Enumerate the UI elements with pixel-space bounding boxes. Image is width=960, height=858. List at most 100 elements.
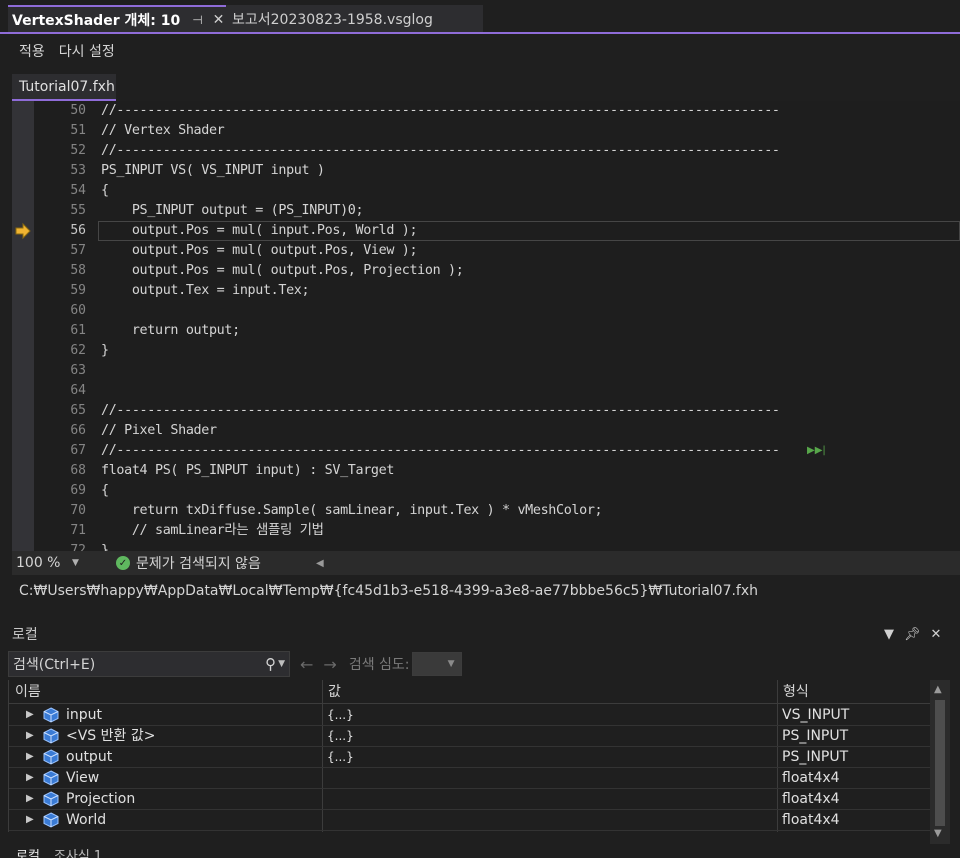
line-number: 55: [70, 203, 86, 218]
column-name[interactable]: 이름: [9, 680, 41, 704]
expand-icon[interactable]: ▶: [26, 751, 34, 762]
row-value[interactable]: {...}: [327, 726, 354, 747]
code-text[interactable]: output.Pos = mul( output.Pos, View );: [101, 241, 418, 261]
row-type: PS_INPUT: [782, 749, 849, 765]
code-line[interactable]: 54 {: [12, 181, 960, 201]
row-name: View: [66, 770, 100, 786]
code-line[interactable]: 53 PS_INPUT VS( VS_INPUT input ): [12, 161, 960, 181]
table-row[interactable]: ▶ output {...} PS_INPUT: [9, 747, 931, 768]
panel-header-icons: ▼ 📌︎ ✕: [884, 621, 954, 647]
back-arrow-icon[interactable]: ←: [300, 655, 313, 674]
apply-button[interactable]: 적용: [19, 41, 45, 61]
code-text[interactable]: float4 PS( PS_INPUT input) : SV_Target: [101, 461, 394, 481]
code-line[interactable]: 63: [12, 361, 960, 381]
file-tab[interactable]: Tutorial07.fxh: [12, 74, 116, 101]
code-text[interactable]: // samLinear라는 샘플링 기법: [101, 521, 324, 541]
code-line[interactable]: 52 //------------------------------------…: [12, 141, 960, 161]
code-line[interactable]: 65 //------------------------------------…: [12, 401, 960, 421]
code-text[interactable]: return output;: [101, 321, 240, 341]
code-line[interactable]: 56 output.Pos = mul( input.Pos, World );: [12, 221, 960, 241]
row-name: output: [66, 749, 113, 765]
code-line[interactable]: 58 output.Pos = mul( output.Pos, Project…: [12, 261, 960, 281]
code-text[interactable]: {: [101, 181, 109, 201]
code-text[interactable]: PS_INPUT VS( VS_INPUT input ): [101, 161, 325, 181]
expand-icon[interactable]: ▶: [26, 709, 34, 720]
tab-locals[interactable]: 로컬: [16, 846, 40, 858]
expand-icon[interactable]: ▶: [26, 814, 34, 825]
table-row[interactable]: ▶ input {...} VS_INPUT: [9, 705, 931, 726]
forward-arrow-icon[interactable]: →: [323, 655, 336, 674]
row-value[interactable]: {...}: [327, 705, 354, 726]
row-value[interactable]: {...}: [327, 747, 354, 768]
dropdown-icon[interactable]: ▼: [884, 627, 894, 642]
chevron-down-icon[interactable]: ▼: [278, 659, 285, 669]
scroll-up-icon[interactable]: ▲: [934, 684, 942, 695]
code-text[interactable]: }: [101, 341, 109, 361]
code-line[interactable]: 61 return output;: [12, 321, 960, 341]
pin-icon[interactable]: ⊣: [192, 13, 202, 27]
code-text[interactable]: output.Pos = mul( input.Pos, World );: [101, 221, 418, 241]
code-text[interactable]: //--------------------------------------…: [101, 401, 780, 421]
scroll-down-icon[interactable]: ▼: [934, 828, 942, 839]
scroll-thumb[interactable]: [935, 700, 945, 826]
issues-status[interactable]: 문제가 검색되지 않음: [136, 553, 316, 573]
code-text[interactable]: {: [101, 481, 109, 501]
code-text[interactable]: return txDiffuse.Sample( samLinear, inpu…: [101, 501, 603, 521]
code-line[interactable]: 66 // Pixel Shader: [12, 421, 960, 441]
search-input[interactable]: 검색(Ctrl+E) ⚲ ▼: [8, 651, 290, 677]
line-number: 62: [70, 343, 86, 358]
reset-button[interactable]: 다시 설정: [59, 41, 115, 61]
search-icon[interactable]: ⚲: [265, 655, 276, 673]
vertical-scrollbar[interactable]: ▲ ▼: [930, 680, 950, 844]
tab-watch-1[interactable]: 조사식 1: [54, 846, 102, 858]
expand-icon[interactable]: ▶: [26, 730, 34, 741]
line-number: 61: [70, 323, 86, 338]
close-icon[interactable]: ✕: [931, 627, 942, 642]
code-line[interactable]: 72}: [12, 541, 960, 551]
code-line[interactable]: 68 float4 PS( PS_INPUT input) : SV_Target: [12, 461, 960, 481]
code-line[interactable]: 50 //------------------------------------…: [12, 101, 960, 121]
code-line[interactable]: 70 return txDiffuse.Sample( samLinear, i…: [12, 501, 960, 521]
table-row[interactable]: ▶ View float4x4: [9, 768, 931, 789]
code-text[interactable]: // Pixel Shader: [101, 421, 217, 441]
code-line[interactable]: 62}: [12, 341, 960, 361]
doc-tab-vertexshader[interactable]: VertexShader 개체: 10 ⊣ ✕: [8, 5, 226, 32]
doc-tab-title: 보고서20230823-1958.vsglog: [232, 11, 433, 28]
column-type[interactable]: 형식: [777, 680, 809, 704]
code-text[interactable]: //--------------------------------------…: [101, 141, 780, 161]
code-line[interactable]: 51 // Vertex Shader: [12, 121, 960, 141]
table-row[interactable]: ▶ Projection float4x4: [9, 789, 931, 810]
code-editor[interactable]: 50 //------------------------------------…: [12, 101, 960, 551]
code-text[interactable]: PS_INPUT output = (PS_INPUT)0;: [101, 201, 364, 221]
code-line[interactable]: 59 output.Tex = input.Tex;: [12, 281, 960, 301]
close-icon[interactable]: ✕: [213, 12, 225, 28]
line-number: 59: [70, 283, 86, 298]
chevron-down-icon[interactable]: ▼: [72, 558, 112, 568]
doc-tab-vsglog[interactable]: 보고서20230823-1958.vsglog: [226, 5, 483, 32]
code-text[interactable]: //--------------------------------------…: [101, 101, 780, 121]
line-number: 69: [70, 483, 86, 498]
code-line[interactable]: 57 output.Pos = mul( output.Pos, View );: [12, 241, 960, 261]
code-text[interactable]: // Vertex Shader: [101, 121, 225, 141]
expand-icon[interactable]: ▶: [26, 793, 34, 804]
editor-status-bar: 100 % ▼ ✓ 문제가 검색되지 않음 ◀: [12, 551, 960, 575]
pin-icon[interactable]: 📌︎: [904, 627, 921, 642]
code-text[interactable]: output.Pos = mul( output.Pos, Projection…: [101, 261, 464, 281]
search-depth-select[interactable]: ▼: [411, 652, 462, 676]
scroll-left-icon[interactable]: ◀: [316, 558, 324, 569]
table-row[interactable]: ▶ World float4x4: [9, 810, 931, 831]
line-number: 65: [70, 403, 86, 418]
code-text[interactable]: //--------------------------------------…: [101, 441, 780, 461]
code-text[interactable]: }: [101, 541, 109, 551]
zoom-level[interactable]: 100 %: [12, 555, 72, 571]
code-line[interactable]: 60: [12, 301, 960, 321]
code-line[interactable]: 55 PS_INPUT output = (PS_INPUT)0;: [12, 201, 960, 221]
code-line[interactable]: 64: [12, 381, 960, 401]
line-number: 66: [70, 423, 86, 438]
code-line[interactable]: 69 {: [12, 481, 960, 501]
code-text[interactable]: output.Tex = input.Tex;: [101, 281, 310, 301]
column-value[interactable]: 값: [322, 680, 341, 704]
expand-icon[interactable]: ▶: [26, 772, 34, 783]
code-line[interactable]: 71 // samLinear라는 샘플링 기법: [12, 521, 960, 541]
table-row[interactable]: ▶ <VS 반환 값> {...} PS_INPUT: [9, 726, 931, 747]
